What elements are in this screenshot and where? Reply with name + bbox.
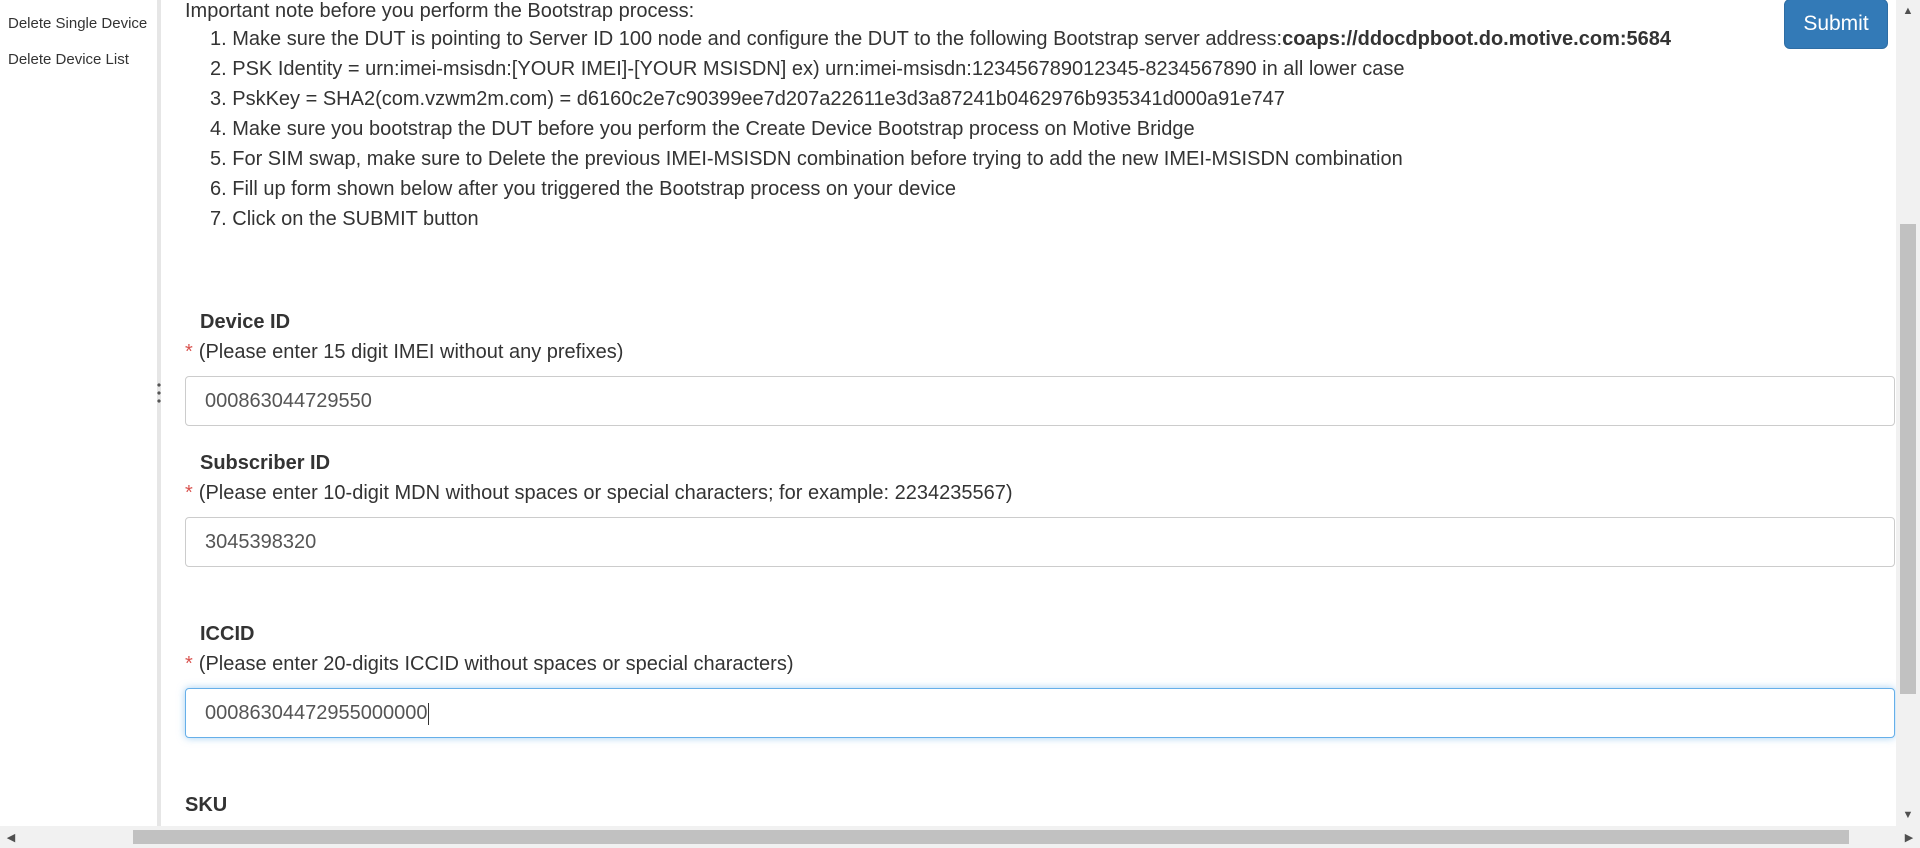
- device-id-label: Device ID: [200, 311, 291, 333]
- bootstrap-server-address: coaps://ddocdpboot.do.motive.com:5684: [1282, 28, 1672, 50]
- step-item: 6. Fill up form shown below after you tr…: [210, 178, 956, 200]
- subscriber-id-hint: * (Please enter 10-digit MDN without spac…: [185, 482, 1013, 504]
- device-id-hint: * (Please enter 15 digit IMEI without any…: [185, 341, 624, 363]
- device-id-input[interactable]: 000863044729550: [185, 376, 1895, 426]
- subscriber-id-input[interactable]: 3045398320: [185, 517, 1895, 567]
- required-marker: *: [185, 653, 193, 675]
- step-item: 2. PSK Identity = urn:imei-msisdn:[YOUR …: [210, 58, 1405, 80]
- bootstrap-note-title: Important note before you perform the Bo…: [185, 0, 695, 22]
- horizontal-scrollbar[interactable]: ◀ ▶: [0, 826, 1920, 848]
- sku-label: SKU: [185, 794, 228, 816]
- sidebar-item-delete-single-device[interactable]: Delete Single Device: [8, 15, 147, 32]
- scroll-right-arrow-icon[interactable]: ▶: [1898, 826, 1920, 848]
- step-item: 7. Click on the SUBMIT button: [210, 208, 479, 230]
- vertical-scrollbar-thumb[interactable]: [1900, 224, 1916, 694]
- text-caret: [428, 702, 430, 725]
- scroll-down-arrow-icon[interactable]: ▼: [1896, 804, 1920, 826]
- iccid-input-value: 00086304472955000000: [205, 702, 428, 724]
- iccid-hint: * (Please enter 20-digits ICCID without s…: [185, 653, 794, 675]
- step-item: 1. Make sure the DUT is pointing to Serv…: [210, 28, 1672, 50]
- panel-splitter[interactable]: [157, 0, 161, 826]
- sidebar: Delete Single Device Delete Device List: [0, 0, 157, 826]
- subscriber-id-label: Subscriber ID: [200, 452, 331, 474]
- step-item: 4. Make sure you bootstrap the DUT befor…: [210, 118, 1195, 140]
- scroll-up-arrow-icon[interactable]: ▲: [1896, 0, 1920, 22]
- vertical-scrollbar[interactable]: ▲ ▼: [1896, 0, 1920, 826]
- step-item: 3. PskKey = SHA2(com.vzwm2m.com) = d6160…: [210, 88, 1285, 110]
- step-item: 5. For SIM swap, make sure to Delete the…: [210, 148, 1403, 170]
- horizontal-scrollbar-thumb[interactable]: [133, 830, 1849, 844]
- iccid-input[interactable]: 00086304472955000000: [185, 688, 1895, 738]
- required-marker: *: [185, 341, 193, 363]
- submit-button[interactable]: Submit: [1784, 0, 1888, 49]
- sidebar-item-delete-device-list[interactable]: Delete Device List: [8, 51, 129, 68]
- required-marker: *: [185, 482, 193, 504]
- splitter-grip-icon[interactable]: [157, 381, 161, 407]
- scroll-left-arrow-icon[interactable]: ◀: [0, 826, 22, 848]
- bootstrap-steps-list: 1. Make sure the DUT is pointing to Serv…: [210, 24, 1671, 234]
- iccid-label: ICCID: [200, 623, 255, 645]
